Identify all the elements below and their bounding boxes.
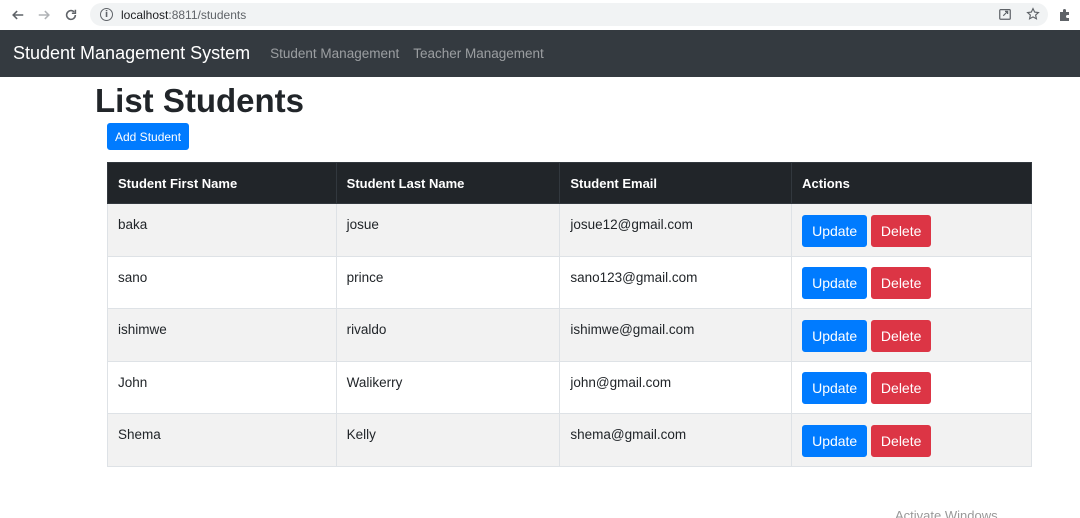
navbar-brand[interactable]: Student Management System bbox=[13, 43, 250, 64]
cell-last-name: josue bbox=[346, 217, 379, 233]
header-email: Student Email bbox=[559, 162, 793, 204]
table-header-row: Student First Name Student Last Name Stu… bbox=[107, 162, 1032, 204]
main-container: List Students Add Student Student First … bbox=[95, 77, 1032, 467]
cell-email: ishimwe@gmail.com bbox=[570, 322, 695, 338]
table-row: Shema Kelly shema@gmail.com Update Delete bbox=[107, 413, 1032, 467]
delete-button[interactable]: Delete bbox=[871, 424, 932, 457]
bookmark-star-icon[interactable] bbox=[1026, 7, 1040, 26]
update-button[interactable]: Update bbox=[802, 267, 868, 300]
table-row: sano prince sano123@gmail.com Update Dele… bbox=[107, 255, 1032, 309]
browser-toolbar: i localhost:8811/students bbox=[0, 0, 1080, 30]
delete-button[interactable]: Delete bbox=[871, 267, 932, 300]
nav-link-student-management[interactable]: Student Management bbox=[270, 46, 399, 61]
cell-last-name: Walikerry bbox=[346, 374, 403, 390]
windows-activation-watermark: Activate Windows bbox=[895, 508, 998, 518]
page-title: List Students bbox=[95, 82, 305, 119]
students-table: Student First Name Student Last Name Stu… bbox=[107, 162, 1032, 467]
cell-last-name: Kelly bbox=[346, 427, 376, 443]
header-first-name: Student First Name bbox=[107, 162, 337, 204]
address-bar[interactable]: i localhost:8811/students bbox=[90, 3, 1048, 26]
cell-email: shema@gmail.com bbox=[570, 427, 687, 443]
share-icon[interactable] bbox=[998, 7, 1012, 26]
add-student-button[interactable]: Add Student bbox=[107, 123, 190, 150]
cell-last-name: rivaldo bbox=[346, 322, 387, 338]
cell-email: john@gmail.com bbox=[570, 374, 672, 390]
update-button[interactable]: Update bbox=[802, 424, 868, 457]
url-text: localhost:8811/students bbox=[121, 7, 247, 22]
header-last-name: Student Last Name bbox=[335, 162, 561, 204]
header-actions: Actions bbox=[791, 162, 1032, 204]
delete-button[interactable]: Delete bbox=[871, 214, 932, 247]
cell-first-name: Shema bbox=[118, 427, 161, 443]
update-button[interactable]: Update bbox=[802, 319, 868, 352]
delete-button[interactable]: Delete bbox=[871, 372, 932, 405]
back-arrow-icon[interactable] bbox=[6, 3, 30, 27]
info-icon[interactable]: i bbox=[100, 8, 113, 21]
table-row: baka josue josue12@gmail.com Update Delet… bbox=[107, 203, 1032, 257]
update-button[interactable]: Update bbox=[802, 214, 868, 247]
cell-last-name: prince bbox=[346, 269, 384, 285]
cell-first-name: ishimwe bbox=[118, 322, 167, 338]
table-row: ishimwe rivaldo ishimwe@gmail.com Update… bbox=[107, 308, 1032, 362]
cell-email: sano123@gmail.com bbox=[570, 269, 698, 285]
nav-link-teacher-management[interactable]: Teacher Management bbox=[413, 46, 544, 61]
forward-arrow-icon[interactable] bbox=[32, 3, 56, 27]
update-button[interactable]: Update bbox=[802, 372, 868, 405]
cell-first-name: John bbox=[118, 374, 148, 390]
cell-email: josue12@gmail.com bbox=[570, 217, 693, 233]
table-row: John Walikerry john@gmail.com Update Dele… bbox=[107, 360, 1032, 414]
extensions-puzzle-icon[interactable] bbox=[1057, 7, 1073, 23]
reload-icon[interactable] bbox=[59, 3, 83, 27]
cell-first-name: baka bbox=[118, 217, 148, 233]
app-navbar: Student Management System Student Manage… bbox=[0, 30, 1080, 77]
delete-button[interactable]: Delete bbox=[871, 319, 932, 352]
cell-first-name: sano bbox=[118, 269, 148, 285]
